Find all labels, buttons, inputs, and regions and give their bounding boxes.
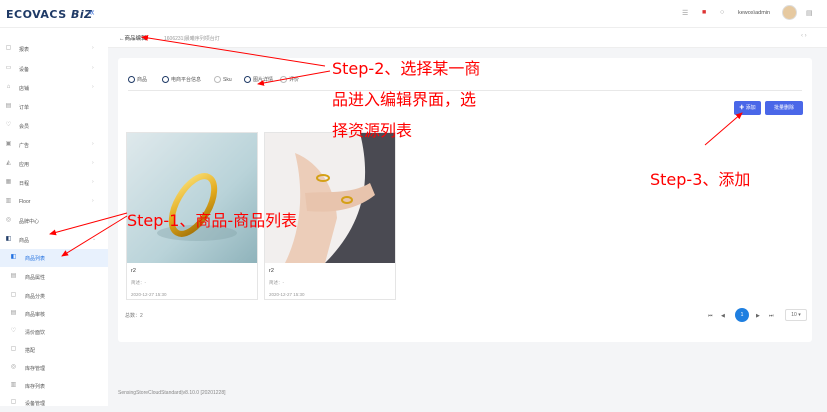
annotation-step3: Step-3、添加 — [650, 170, 751, 189]
annotation-step2-line3: 择资源列表 — [332, 121, 413, 140]
annotation-step2-line1: Step-2、选择某一商 — [332, 59, 481, 78]
annotation-step2-line2: 品进入编辑界面，选 — [332, 90, 477, 109]
annotation-step1: Step-1、商品-商品列表 — [127, 211, 298, 230]
